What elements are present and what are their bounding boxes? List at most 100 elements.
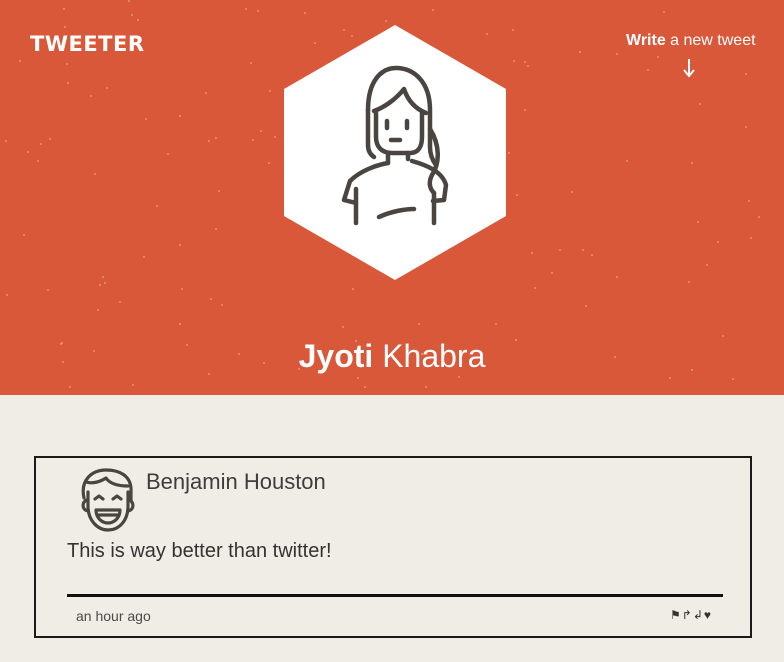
speck [352, 288, 354, 290]
speck [102, 276, 104, 278]
speck [104, 282, 106, 284]
speck [579, 51, 581, 53]
speck [657, 56, 659, 58]
flag-icon[interactable]: ⚑ [670, 608, 681, 622]
profile-first-name: Jyoti [298, 338, 374, 374]
speck [616, 53, 618, 55]
speck [458, 376, 460, 378]
reply-icon[interactable]: ↲ [693, 608, 703, 622]
speck [27, 151, 29, 153]
speck [531, 252, 533, 254]
like-icon[interactable]: ♥ [704, 608, 711, 622]
speck [156, 205, 158, 207]
speck [385, 20, 387, 22]
speck [250, 62, 252, 64]
speck [342, 326, 344, 328]
speck [37, 160, 39, 162]
speck [513, 60, 515, 62]
speck [215, 137, 217, 139]
tweet-actions: ⚑ ↱ ↲ ♥ [670, 608, 711, 622]
speck [524, 109, 526, 111]
speck [106, 87, 108, 89]
speck [94, 173, 96, 175]
speck [706, 264, 708, 266]
speck [181, 288, 183, 290]
speck [245, 8, 247, 10]
speck [722, 335, 724, 337]
speck [143, 256, 145, 258]
speck [425, 386, 427, 388]
profile-avatar [284, 25, 506, 280]
speck [23, 234, 25, 236]
speck [647, 69, 649, 71]
speck [626, 160, 628, 162]
speck [750, 237, 752, 239]
speck [218, 190, 220, 192]
speck [97, 309, 99, 311]
speck [559, 249, 561, 251]
profile-header: TWEETER Write a new tweet Jyoti Khabra [0, 0, 784, 395]
profile-last-name: Khabra [373, 338, 486, 374]
speck [215, 228, 217, 230]
tweet-author-name[interactable]: Benjamin Houston [146, 469, 326, 495]
speck [179, 323, 181, 325]
tweet-divider [67, 594, 723, 597]
speck [64, 26, 66, 28]
speck [418, 323, 420, 325]
speck [304, 12, 306, 14]
speck [119, 301, 121, 303]
speck [145, 118, 147, 120]
speck [524, 61, 526, 63]
speck [128, 0, 130, 2]
speck [697, 221, 699, 223]
speck [508, 152, 510, 154]
speck [19, 60, 21, 62]
profile-name: Jyoti Khabra [0, 338, 784, 375]
speck [257, 10, 259, 12]
speck [699, 103, 701, 105]
speck [495, 323, 497, 325]
speck [534, 287, 536, 289]
speck [137, 19, 139, 21]
app-logo[interactable]: TWEETER [30, 32, 145, 56]
tweet-timestamp: an hour ago [76, 608, 151, 624]
speck [205, 92, 207, 94]
speck [67, 82, 69, 84]
speck [210, 298, 212, 300]
speck [49, 138, 51, 140]
arrow-down-icon[interactable] [681, 57, 697, 79]
speck [571, 191, 573, 193]
speck [745, 73, 747, 75]
speck [663, 11, 665, 13]
speck [252, 139, 254, 141]
speck [268, 162, 270, 164]
speck [63, 8, 65, 10]
speck [527, 65, 529, 67]
speck [691, 162, 693, 164]
speck [516, 194, 518, 196]
speck [512, 29, 514, 31]
speck [432, 9, 434, 11]
speck [132, 384, 134, 386]
smiling-man-avatar-icon [81, 468, 135, 532]
speck [47, 289, 49, 291]
speck [357, 377, 359, 379]
speck [131, 14, 133, 16]
speck [745, 126, 747, 128]
speck [221, 304, 223, 306]
speck [732, 378, 734, 380]
speck [591, 254, 593, 256]
write-new-tweet-link[interactable]: Write a new tweet [626, 32, 756, 50]
retweet-icon[interactable]: ↱ [682, 608, 692, 622]
speck [90, 95, 92, 97]
compose-label: a new tweet [665, 32, 756, 49]
speck [582, 249, 584, 251]
speck [688, 281, 690, 283]
speck [758, 216, 760, 218]
speck [66, 63, 68, 65]
speck [274, 136, 276, 138]
speck [208, 140, 210, 142]
compose-bold-label: Write [626, 32, 666, 49]
speck [260, 130, 262, 132]
speck [748, 200, 750, 202]
